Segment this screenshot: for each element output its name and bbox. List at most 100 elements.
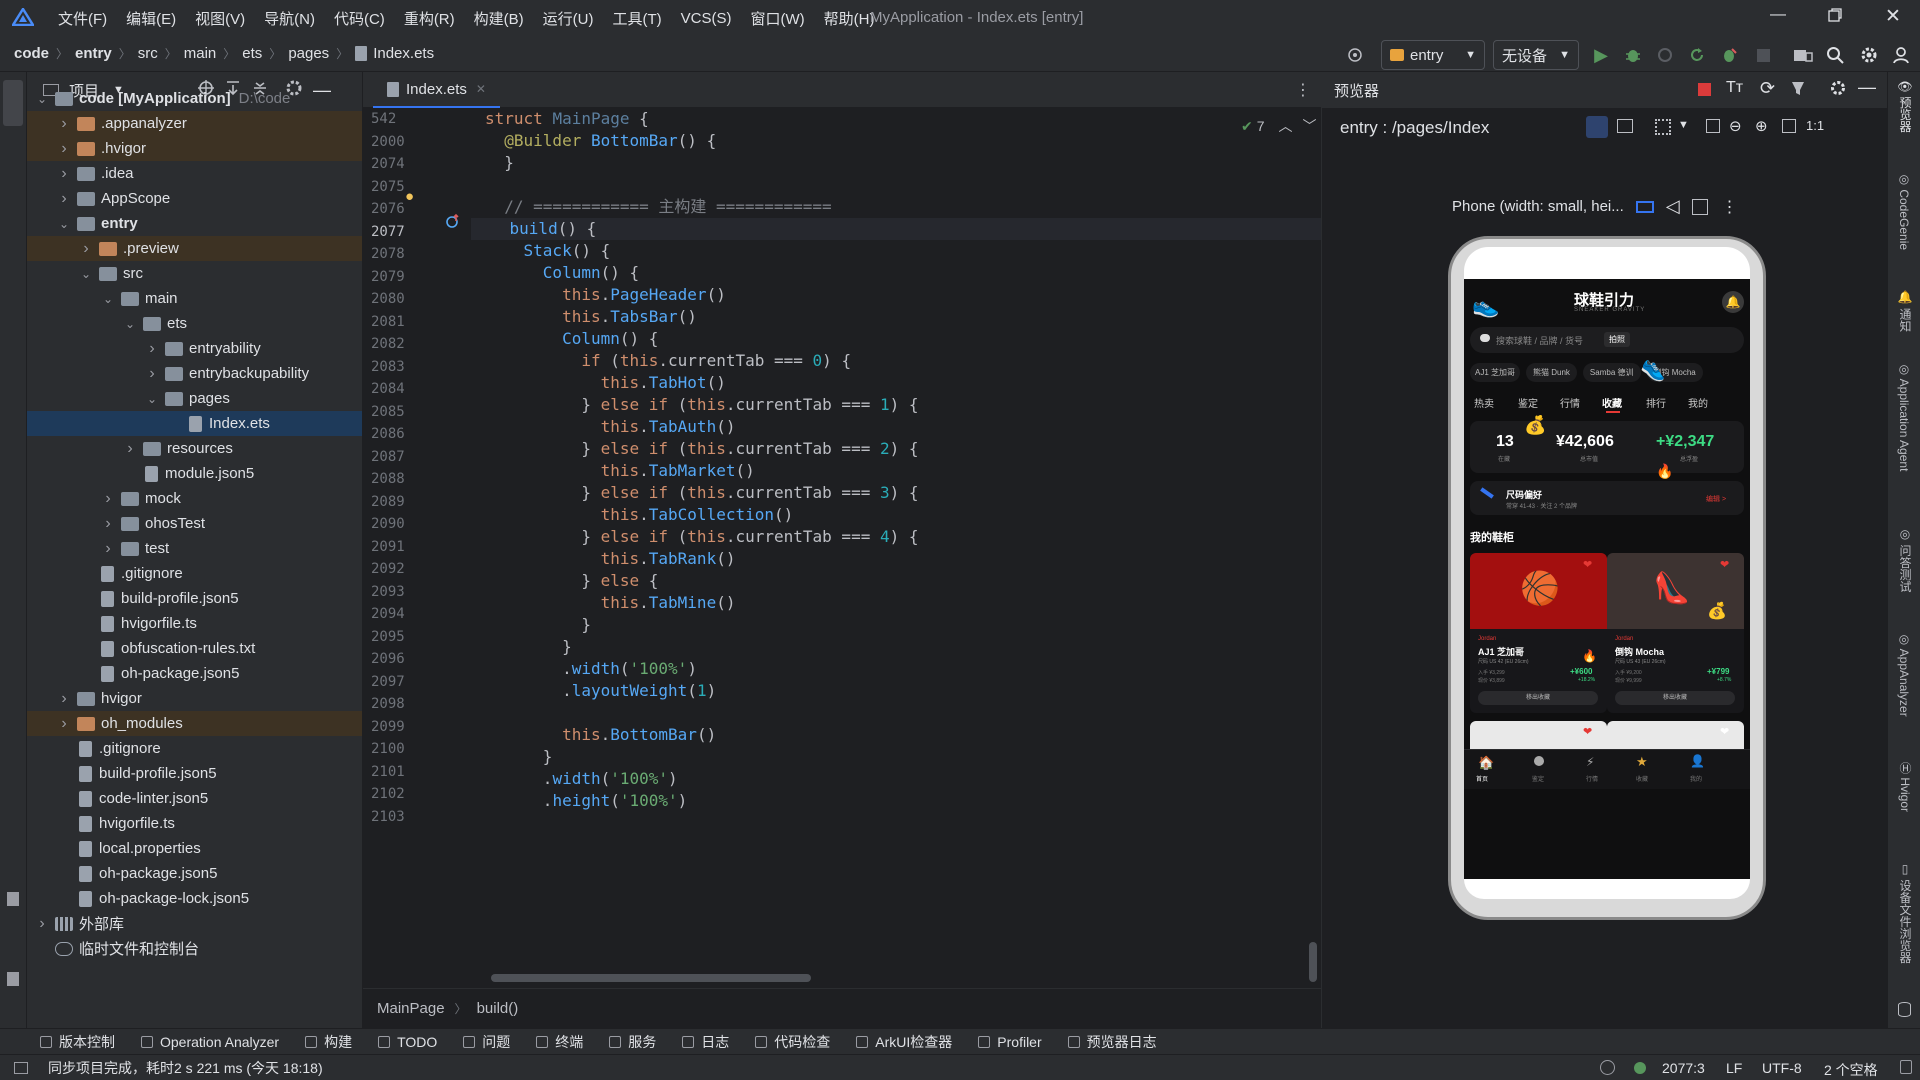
appanalyzer-tool-button[interactable]: ◎ AppAnalyzer <box>1897 632 1911 717</box>
database-icon[interactable] <box>1898 1002 1911 1017</box>
run-icon[interactable]: ▶ <box>1588 42 1614 68</box>
tool-operation-analyzer[interactable]: Operation Analyzer <box>141 1034 279 1050</box>
favorite-heart-icon[interactable]: ❤ <box>1720 725 1729 738</box>
application-agent-tool-button[interactable]: ◎ Application Agent <box>1897 362 1911 471</box>
device-manager-icon[interactable] <box>1790 42 1816 68</box>
target-icon[interactable] <box>1342 42 1368 68</box>
app-tab[interactable]: 排行 <box>1646 395 1666 410</box>
menu-tools[interactable]: 工具(T) <box>612 8 661 29</box>
stop-preview-icon[interactable] <box>1698 83 1711 96</box>
tree-item[interactable]: › .preview <box>27 236 362 261</box>
tool-services[interactable]: 服务 <box>609 1032 656 1052</box>
crumb-entry[interactable]: entry <box>75 45 112 62</box>
chevron-right-icon[interactable]: › <box>35 915 49 933</box>
chevron-right-icon[interactable]: › <box>123 440 137 458</box>
tree-item[interactable]: ⌄ main <box>27 286 362 311</box>
indent-setting[interactable]: 2 个空格 <box>1824 1060 1878 1080</box>
previous-highlight-icon[interactable]: ︿ <box>1279 116 1293 136</box>
favorite-heart-icon[interactable]: ❤ <box>1720 558 1729 571</box>
menu-view[interactable]: 视图(V) <box>195 8 245 29</box>
home-icon[interactable]: 🏠 <box>1478 755 1494 771</box>
chevron-right-icon[interactable]: › <box>57 690 71 708</box>
component-preview-icon[interactable] <box>1586 116 1608 138</box>
original-size-icon[interactable] <box>1782 119 1796 133</box>
rotate-icon[interactable]: ◁ <box>1666 196 1680 217</box>
chevron-down-icon[interactable]: ⌄ <box>145 392 159 406</box>
close-tab-icon[interactable]: ✕ <box>476 82 486 96</box>
tool-log[interactable]: 日志 <box>682 1032 729 1052</box>
chevron-right-icon[interactable]: › <box>57 115 71 133</box>
refresh-icon[interactable]: ⟳ <box>1760 78 1775 99</box>
bell-icon[interactable]: 🔔 <box>1722 291 1744 313</box>
inspection-widget[interactable]: ✔ 7 ︿ ﹀ <box>1241 116 1317 136</box>
structure-icon[interactable] <box>7 972 19 986</box>
rerun-icon[interactable] <box>1684 42 1710 68</box>
attach-debugger-icon[interactable] <box>1716 42 1742 68</box>
font-size-icon[interactable]: Tт <box>1726 79 1743 97</box>
debug-icon[interactable] <box>1620 42 1646 68</box>
tool-terminal[interactable]: 终端 <box>536 1032 583 1052</box>
tree-item[interactable]: .gitignore <box>27 736 362 761</box>
menu-vcs[interactable]: VCS(S) <box>681 10 732 27</box>
menu-refactor[interactable]: 重构(R) <box>404 8 455 29</box>
chevron-right-icon[interactable]: › <box>79 240 93 258</box>
app-tab-active[interactable]: 收藏 <box>1602 395 1622 410</box>
tree-item[interactable]: obfuscation-rules.txt <box>27 636 362 661</box>
lightbulb-icon[interactable]: ● <box>405 188 414 205</box>
favorite-heart-icon[interactable]: ❤ <box>1583 558 1592 571</box>
fit-screen-icon[interactable] <box>1706 119 1720 133</box>
menu-edit[interactable]: 编辑(E) <box>126 8 176 29</box>
nav-label[interactable]: 行情 <box>1586 774 1598 783</box>
ratio-icon[interactable]: 1:1 <box>1806 118 1824 133</box>
status-message[interactable]: 同步项目完成，耗时2 s 221 ms (今天 18:18) <box>48 1058 323 1078</box>
more-options-icon[interactable]: ⋮ <box>1722 197 1738 217</box>
remove-favorite-button[interactable]: 移出收藏 <box>1478 691 1598 705</box>
chevron-right-icon[interactable]: › <box>101 490 115 508</box>
nav-label[interactable]: 收藏 <box>1636 774 1648 783</box>
tree-item[interactable]: › entrybackupability <box>27 361 362 386</box>
crumb-root[interactable]: code <box>14 45 49 62</box>
project-tool-button[interactable] <box>3 80 23 126</box>
tree-item[interactable]: › test <box>27 536 362 561</box>
layers-icon[interactable] <box>1617 119 1633 133</box>
chevron-right-icon[interactable]: › <box>145 365 159 383</box>
chevron-down-icon[interactable]: ⌄ <box>123 317 137 331</box>
restore-icon[interactable] <box>1828 8 1842 27</box>
menu-window[interactable]: 窗口(W) <box>750 8 804 29</box>
settings-icon[interactable] <box>1856 42 1882 68</box>
inspector-icon[interactable] <box>1790 80 1806 100</box>
chevron-right-icon[interactable]: › <box>145 340 159 358</box>
module-select[interactable]: entry ▼ <box>1381 40 1485 70</box>
menu-run[interactable]: 运行(U) <box>543 8 594 29</box>
shoe-card[interactable]: 👠 ❤ 💰 Jordan 倒钩 Mocha 尺码 US 43 (EU 26cm)… <box>1607 553 1744 713</box>
code-content[interactable]: struct MainPage { @Builder BottomBar() {… <box>471 108 1331 988</box>
stop-icon[interactable] <box>1750 42 1776 68</box>
no-inspection-icon[interactable] <box>1600 1060 1615 1075</box>
chip-item[interactable]: Samba 德训 <box>1582 363 1641 382</box>
chevron-down-icon[interactable]: ⌄ <box>57 217 71 231</box>
chevron-down-icon[interactable]: ⌄ <box>35 92 49 106</box>
app-tab[interactable]: 热卖 <box>1474 395 1494 410</box>
horizontal-scrollbar[interactable] <box>491 974 811 982</box>
chevron-right-icon[interactable]: › <box>101 515 115 533</box>
menu-help[interactable]: 帮助(H) <box>824 8 875 29</box>
minimize-icon[interactable]: — <box>1770 6 1786 24</box>
tree-item[interactable]: ⌄ code [MyApplication] D:\code <box>27 86 362 111</box>
editor-tab-index[interactable]: Index.ets ✕ <box>373 72 500 108</box>
chevron-right-icon[interactable]: › <box>57 140 71 158</box>
more-options-icon[interactable]: ⋮ <box>1295 80 1311 100</box>
search-box[interactable]: 搜索球鞋 / 品牌 / 货号 拍照 <box>1470 327 1744 353</box>
menu-navigate[interactable]: 导航(N) <box>264 8 315 29</box>
device-label[interactable]: Phone (width: small, hei... <box>1452 198 1624 215</box>
tree-item[interactable]: ⌄ ets <box>27 311 362 336</box>
profile-icon[interactable] <box>1652 42 1678 68</box>
tree-item[interactable]: Index.ets <box>27 411 362 436</box>
tree-item[interactable]: oh-package.json5 <box>27 661 362 686</box>
tree-item[interactable]: › oh_modules <box>27 711 362 736</box>
tree-item[interactable]: ⌄ pages <box>27 386 362 411</box>
tree-item[interactable]: build-profile.json5 <box>27 761 362 786</box>
tool-problems[interactable]: 问题 <box>463 1032 510 1052</box>
tree-item[interactable]: ⌄ entry <box>27 211 362 236</box>
code-crumb-method[interactable]: build() <box>477 1000 519 1017</box>
size-card-edit[interactable]: 编辑 > <box>1706 494 1726 504</box>
